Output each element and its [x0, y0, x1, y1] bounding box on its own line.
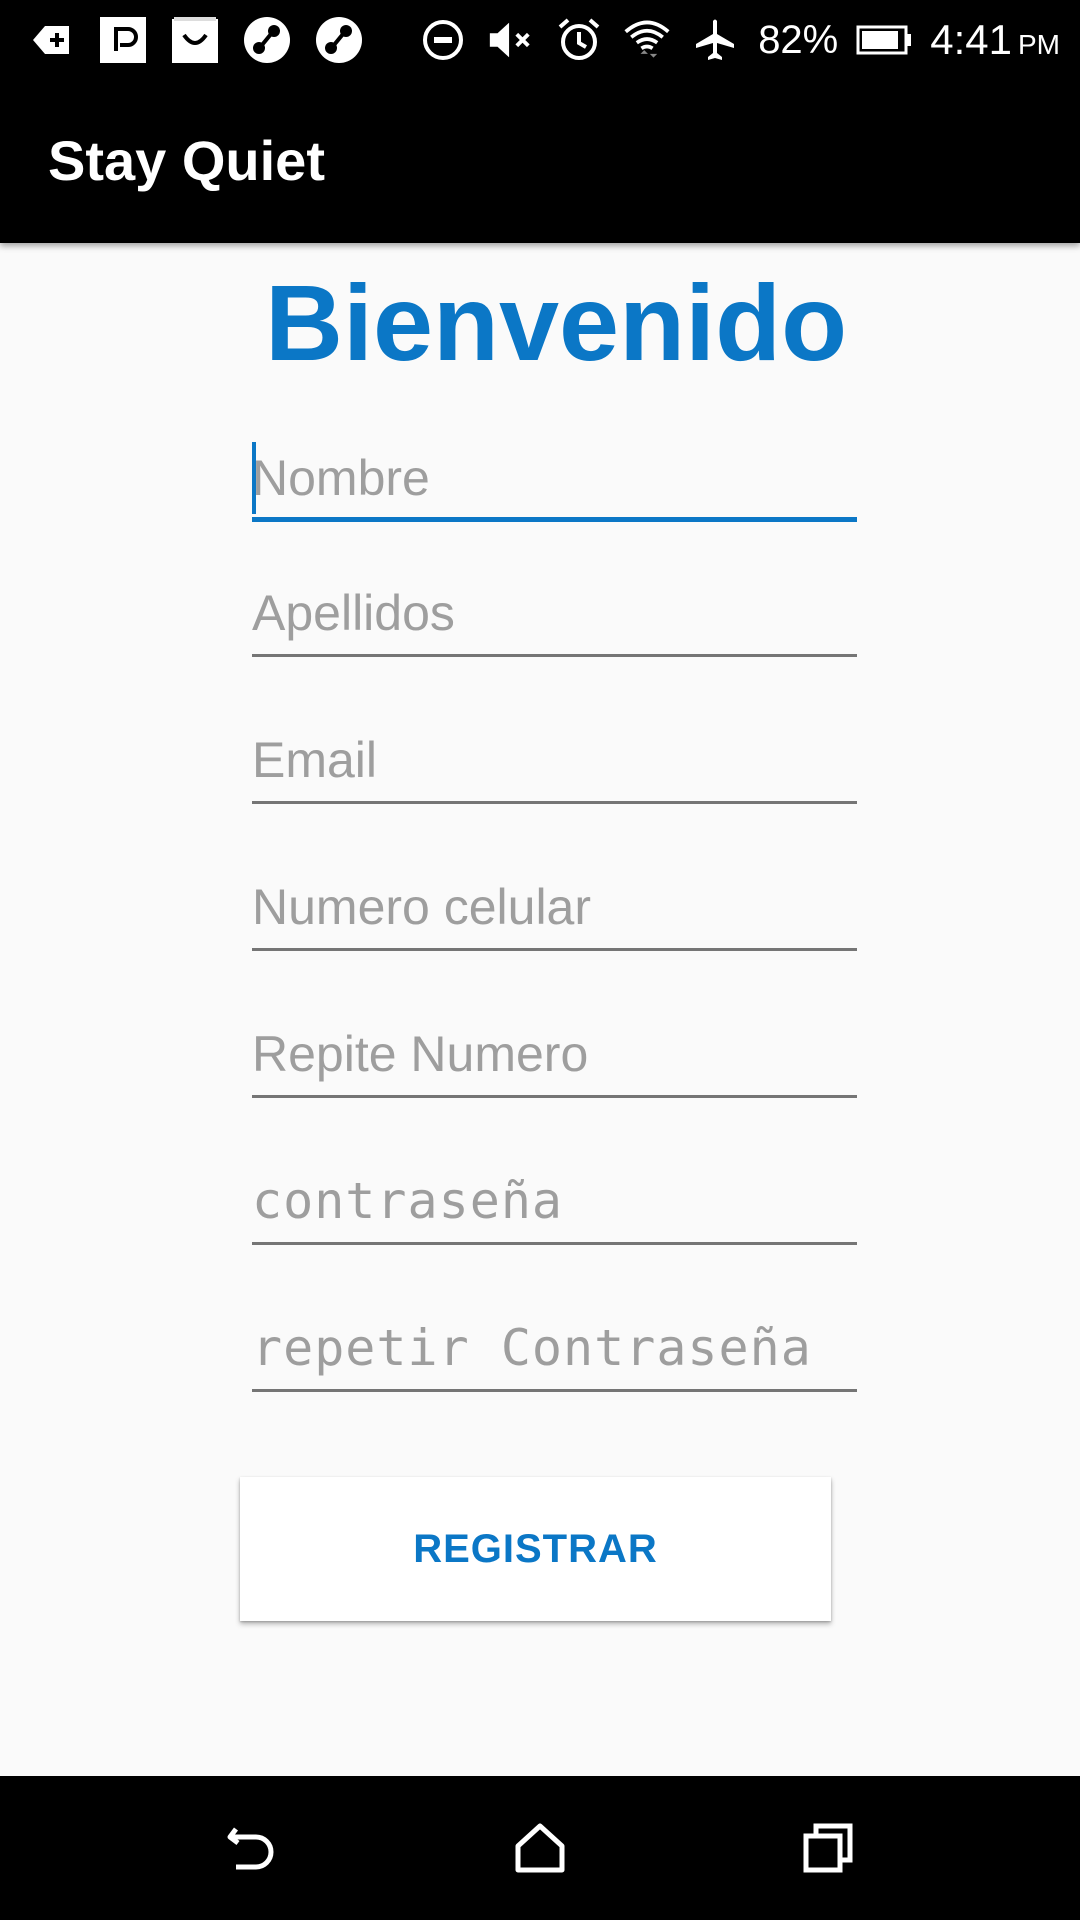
- recents-icon[interactable]: [792, 1812, 864, 1884]
- password-underline: [252, 1242, 857, 1245]
- notification-icons: [26, 12, 364, 68]
- clock: 4:41 PM: [930, 16, 1060, 64]
- mute-icon: [486, 15, 536, 65]
- navigation-bar: [0, 1776, 1080, 1920]
- password-field[interactable]: [252, 1161, 857, 1245]
- register-button[interactable]: REGISTRAR: [240, 1477, 831, 1621]
- repeat-password-input[interactable]: [252, 1308, 857, 1388]
- nombre-underline: [252, 517, 857, 522]
- phone-number-underline: [252, 948, 857, 951]
- repeat-phone-input[interactable]: [252, 1014, 857, 1094]
- clock-time: 4:41: [930, 16, 1012, 63]
- password-input[interactable]: [252, 1161, 857, 1241]
- clock-ampm: PM: [1018, 29, 1060, 60]
- wifi-icon: [622, 15, 672, 65]
- text-cursor: [252, 442, 256, 514]
- email-underline: [252, 801, 857, 804]
- email-field[interactable]: [252, 720, 857, 804]
- alarm-icon: [554, 15, 604, 65]
- apellidos-field[interactable]: [252, 573, 857, 657]
- app-title: Stay Quiet: [48, 129, 325, 192]
- welcome-heading: Bienvenido: [264, 262, 848, 383]
- back-icon[interactable]: [216, 1812, 288, 1884]
- nombre-input[interactable]: [252, 438, 857, 518]
- repeat-password-underline: [252, 1389, 857, 1392]
- app-bar: Stay Quiet: [0, 80, 1080, 243]
- shopping-bag-icon: [170, 15, 220, 65]
- music-app-icon: [242, 15, 292, 65]
- phone-number-field[interactable]: [252, 867, 857, 951]
- do-not-disturb-icon: [418, 15, 468, 65]
- music-app-icon: [314, 15, 364, 65]
- app-notification-icon: [98, 15, 148, 65]
- apellidos-input[interactable]: [252, 573, 857, 653]
- status-bar: 82% 4:41 PM: [0, 0, 1080, 80]
- screen: 82% 4:41 PM Stay Quiet Bienvenido Nombre…: [0, 0, 1080, 1920]
- phone-number-input[interactable]: [252, 867, 857, 947]
- system-status-icons: 82% 4:41 PM: [418, 10, 1060, 70]
- repeat-password-field[interactable]: [252, 1308, 857, 1392]
- apellidos-underline: [252, 654, 857, 657]
- nombre-field[interactable]: [252, 438, 857, 522]
- repeat-phone-field[interactable]: [252, 1014, 857, 1098]
- battery-icon: [856, 15, 912, 65]
- airplane-mode-icon: [690, 15, 740, 65]
- home-icon[interactable]: [504, 1812, 576, 1884]
- repeat-phone-underline: [252, 1095, 857, 1098]
- email-input[interactable]: [252, 720, 857, 800]
- battery-percentage: 82%: [758, 17, 839, 62]
- notification-plus-icon: [26, 15, 76, 65]
